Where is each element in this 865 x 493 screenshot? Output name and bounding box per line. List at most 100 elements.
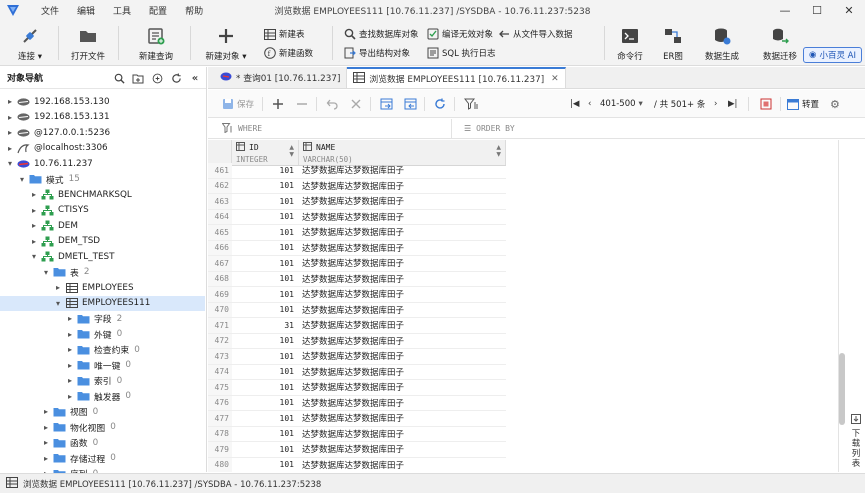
last-page-button[interactable]: ▶|	[728, 96, 737, 112]
close-tab-icon[interactable]: ✕	[551, 74, 559, 84]
add-row-button[interactable]	[272, 96, 284, 112]
cell-id[interactable]: 101	[232, 259, 299, 268]
import-from-file-button[interactable]: 从文件导入数据	[498, 26, 573, 42]
cell-id[interactable]: 101	[232, 212, 299, 221]
new-object-button[interactable]: 新建对象 ▾	[202, 20, 250, 62]
chevron-right-icon[interactable]: ▸	[29, 221, 39, 230]
table-row[interactable]: 466 101 达梦数据库达梦数据库田子	[208, 240, 506, 256]
cell-id[interactable]: 101	[232, 367, 299, 376]
cell-name[interactable]: 达梦数据库达梦数据库田子	[299, 164, 506, 176]
new-table-button[interactable]: 新建表	[264, 26, 305, 42]
delete-row-button[interactable]	[296, 96, 308, 112]
tree-node[interactable]: ▸ 索引 0	[0, 373, 205, 389]
sql-log-button[interactable]: SQL 执行日志	[427, 45, 496, 61]
tree-node[interactable]: ▸ 存储过程 0	[0, 451, 205, 467]
chevron-right-icon[interactable]: ▸	[5, 113, 15, 122]
chevron-down-icon[interactable]: ▾	[53, 299, 63, 308]
data-generation-button[interactable]: 数据生成	[700, 20, 744, 62]
cell-name[interactable]: 达梦数据库达梦数据库田子	[299, 428, 506, 440]
cell-id[interactable]: 31	[232, 321, 299, 330]
table-row[interactable]: 473 101 达梦数据库达梦数据库田子	[208, 349, 506, 365]
cell-name[interactable]: 达梦数据库达梦数据库田子	[299, 242, 506, 254]
table-row[interactable]: 474 101 达梦数据库达梦数据库田子	[208, 364, 506, 380]
cell-id[interactable]: 101	[232, 445, 299, 454]
cell-id[interactable]: 101	[232, 181, 299, 190]
prev-page-button[interactable]: ‹	[588, 96, 591, 112]
search-icon[interactable]	[112, 71, 126, 85]
menu-help[interactable]: 帮助	[176, 4, 212, 17]
chevron-right-icon[interactable]: ▸	[29, 237, 39, 246]
collapse-panel-icon[interactable]: «	[188, 71, 202, 85]
filter-icon[interactable]	[150, 71, 164, 85]
tree-node[interactable]: ▸ 外键 0	[0, 327, 205, 343]
cell-id[interactable]: 101	[232, 429, 299, 438]
tree-node[interactable]: ▸ EMPLOYEES	[0, 280, 205, 296]
sort-icon[interactable]: ▲ ▼	[496, 144, 501, 158]
cell-name[interactable]: 达梦数据库达梦数据库田子	[299, 273, 506, 285]
download-list-button[interactable]: 下载列表	[848, 414, 864, 469]
tree-node[interactable]: ▸ @127.0.0.1:5236	[0, 125, 205, 141]
cell-name[interactable]: 达梦数据库达梦数据库田子	[299, 459, 506, 471]
chevron-right-icon[interactable]: ▸	[65, 314, 75, 323]
stop-button[interactable]	[760, 96, 772, 112]
tree-node[interactable]: ▾ 模式 15	[0, 172, 205, 188]
tree-node[interactable]: ▸ @localhost:3306	[0, 141, 205, 157]
menu-tools[interactable]: 工具	[104, 4, 140, 17]
cancel-button[interactable]	[350, 96, 362, 112]
chevron-right-icon[interactable]: ▸	[5, 128, 15, 137]
tree-node[interactable]: ▾ 表 2	[0, 265, 205, 281]
cell-name[interactable]: 达梦数据库达梦数据库田子	[299, 195, 506, 207]
chevron-right-icon[interactable]: ▸	[41, 423, 51, 432]
order-by-input[interactable]: ☰ ORDER BY	[452, 119, 515, 139]
menu-file[interactable]: 文件	[32, 4, 68, 17]
cell-id[interactable]: 101	[232, 197, 299, 206]
close-window-button[interactable]: ✕	[833, 0, 865, 20]
tree-node[interactable]: ▾ EMPLOYEES111	[0, 295, 205, 311]
connect-button[interactable]: 连接 ▾	[10, 20, 50, 62]
chevron-right-icon[interactable]: ▸	[65, 361, 75, 370]
chevron-right-icon[interactable]: ▸	[65, 345, 75, 354]
menu-config[interactable]: 配置	[140, 4, 176, 17]
chevron-down-icon[interactable]: ▾	[5, 159, 15, 168]
new-folder-icon[interactable]	[131, 71, 145, 85]
cell-id[interactable]: 101	[232, 414, 299, 423]
chevron-right-icon[interactable]: ▸	[65, 330, 75, 339]
menu-edit[interactable]: 编辑	[68, 4, 104, 17]
tree-node[interactable]: ▸ 字段 2	[0, 311, 205, 327]
cell-id[interactable]: 101	[232, 274, 299, 283]
export-structure-button[interactable]: 导出结构对象	[344, 45, 410, 61]
column-header-id[interactable]: ID INTEGER ▲ ▼	[232, 140, 299, 165]
tree-node[interactable]: ▾ DMETL_TEST	[0, 249, 205, 265]
sort-icon[interactable]: ▲ ▼	[289, 144, 294, 158]
cell-name[interactable]: 达梦数据库达梦数据库田子	[299, 319, 506, 331]
chevron-right-icon[interactable]: ▸	[65, 392, 75, 401]
table-row[interactable]: 472 101 达梦数据库达梦数据库田子	[208, 333, 506, 349]
tree-node[interactable]: ▸ 触发器 0	[0, 389, 205, 405]
table-row[interactable]: 463 101 达梦数据库达梦数据库田子	[208, 194, 506, 210]
cell-id[interactable]: 101	[232, 166, 299, 175]
cell-name[interactable]: 达梦数据库达梦数据库田子	[299, 381, 506, 393]
new-function-button[interactable]: f 新建函数	[264, 45, 313, 61]
column-header-name[interactable]: NAME VARCHAR(50) ▲ ▼	[299, 140, 506, 165]
undo-button[interactable]	[326, 96, 338, 112]
cell-name[interactable]: 达梦数据库达梦数据库田子	[299, 335, 506, 347]
import-rows-button[interactable]	[380, 96, 393, 112]
cell-name[interactable]: 达梦数据库达梦数据库田子	[299, 366, 506, 378]
refresh-button[interactable]	[434, 96, 446, 112]
chevron-right-icon[interactable]: ▸	[65, 376, 75, 385]
cell-id[interactable]: 101	[232, 336, 299, 345]
cell-name[interactable]: 达梦数据库达梦数据库田子	[299, 180, 506, 192]
new-query-button[interactable]: 新建查询	[134, 20, 178, 62]
tab-query01[interactable]: * 查询01 [10.76.11.237]	[214, 67, 348, 88]
cell-name[interactable]: 达梦数据库达梦数据库田子	[299, 412, 506, 424]
command-line-button[interactable]: 命令行	[612, 20, 648, 62]
cell-id[interactable]: 101	[232, 352, 299, 361]
tree-node[interactable]: ▸ 物化视图 0	[0, 420, 205, 436]
tree-node[interactable]: ▸ 视图 0	[0, 404, 205, 420]
cell-id[interactable]: 101	[232, 398, 299, 407]
tree-node[interactable]: ▸ 192.168.153.130	[0, 94, 205, 110]
cell-name[interactable]: 达梦数据库达梦数据库田子	[299, 288, 506, 300]
cell-name[interactable]: 达梦数据库达梦数据库田子	[299, 443, 506, 455]
table-row[interactable]: 469 101 达梦数据库达梦数据库田子	[208, 287, 506, 303]
table-row[interactable]: 479 101 达梦数据库达梦数据库田子	[208, 442, 506, 458]
